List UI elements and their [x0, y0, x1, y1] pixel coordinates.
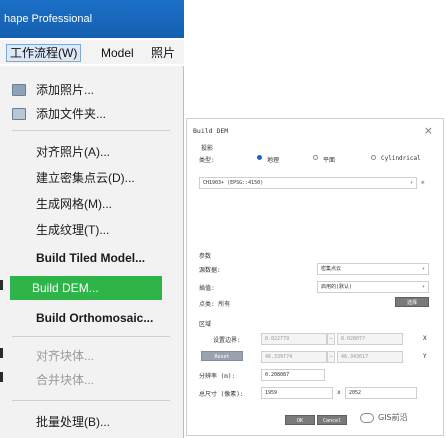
crs-picker-icon[interactable]: ✱	[421, 179, 425, 186]
close-icon[interactable]: ×	[424, 124, 433, 137]
app-title-bar: hape Professional	[0, 0, 184, 38]
dialog-title: Build DEM	[193, 127, 229, 135]
menu-item-label: Build Tiled Model...	[36, 251, 146, 265]
menu-item-build-dense-cloud[interactable]: 建立密集点云(D)...	[0, 166, 184, 190]
menu-item-build-tiled-model[interactable]: Build Tiled Model...	[0, 246, 184, 270]
menu-item-label: Build Orthomosaic...	[36, 311, 154, 325]
setup-boundaries-label: 设置边界:	[213, 337, 241, 344]
menu-item-label: 对齐块体...	[36, 349, 95, 363]
height-value: 2052	[349, 390, 362, 396]
resolution-value: 0.208087	[265, 372, 290, 378]
menu-item-add-photos[interactable]: 添加照片...	[0, 78, 184, 102]
reset-button[interactable]: Reset	[201, 351, 243, 361]
interpolation-label: 插值:	[199, 285, 215, 292]
x-axis-label: X	[423, 335, 427, 342]
watermark: GIS前沿	[360, 408, 408, 428]
menu-separator	[12, 400, 170, 401]
total-size-label: 总尺寸 (像素):	[199, 391, 244, 398]
width-field[interactable]: 1959	[261, 387, 333, 399]
build-dem-dialog: Build DEM × 投影 类型: 地理 平面 Cylindrical CH1…	[186, 118, 444, 436]
resolution-label: 分辨率 (m):	[199, 373, 236, 380]
radio-geographic[interactable]	[257, 155, 262, 160]
radio-planar-label: 平面	[323, 157, 336, 164]
y-min-field[interactable]: 46.339774	[261, 351, 327, 363]
menu-item-add-folder[interactable]: 添加文件夹...	[0, 102, 184, 126]
menu-item-build-mesh[interactable]: 生成网格(M)...	[0, 192, 184, 216]
select-classes-button[interactable]: 选择	[395, 297, 429, 307]
add-folder-icon	[12, 108, 26, 120]
radio-cylindrical-label: Cylindrical	[381, 155, 421, 162]
app-title: hape Professional	[4, 13, 93, 25]
params-section-label: 参数	[199, 253, 212, 260]
chevron-down-icon: ▾	[421, 284, 425, 290]
menu-item-label: 对齐照片(A)...	[36, 145, 110, 159]
radio-planar[interactable]	[313, 155, 318, 160]
ok-button[interactable]: OK	[285, 415, 315, 425]
y-min-value: 46.339774	[265, 354, 293, 360]
menu-workflow[interactable]: 工作流程(W)	[6, 44, 82, 62]
menu-item-label: 生成纹理(T)...	[36, 223, 110, 237]
menu-item-label: 批量处理(B)...	[36, 415, 110, 429]
menu-item-label: Build DEM...	[32, 281, 99, 295]
workflow-dropdown-menu: 添加照片... 添加文件夹... 对齐照片(A)... 建立密集点云(D)...…	[0, 66, 184, 438]
x-min-spin[interactable]: −	[327, 333, 335, 345]
menu-item-label: 添加照片...	[36, 83, 95, 97]
add-photos-icon	[12, 84, 26, 96]
menubar: 工作流程(W) Model 照片	[0, 40, 184, 64]
width-value: 1959	[265, 390, 278, 396]
menu-item-batch-process[interactable]: 批量处理(B)...	[0, 410, 184, 434]
menu-item-align-photos[interactable]: 对齐照片(A)...	[0, 140, 184, 164]
region-section-label: 区域	[199, 321, 212, 328]
y-axis-label: Y	[423, 353, 427, 360]
chevron-down-icon: ▾	[421, 266, 425, 272]
watermark-text: GIS前沿	[378, 413, 408, 422]
resolution-field[interactable]: 0.208087	[261, 369, 325, 381]
times-sign: x	[337, 389, 341, 396]
source-data-select[interactable]: 密集点云 ▾	[317, 263, 429, 275]
y-max-field[interactable]: 46.343617	[337, 351, 403, 363]
x-max-value: 8.028077	[341, 336, 366, 342]
y-min-spin[interactable]: −	[327, 351, 335, 363]
menu-item-label: 建立密集点云(D)...	[36, 171, 135, 185]
wechat-icon	[360, 412, 374, 423]
menu-item-label: 生成网格(M)...	[36, 197, 112, 211]
menu-separator	[12, 336, 170, 337]
projection-section-label: 投影	[201, 145, 214, 152]
menu-separator	[12, 130, 170, 131]
height-field[interactable]: 2052	[345, 387, 417, 399]
crs-value: CH1903+ (EPSG::4150)	[203, 180, 264, 186]
menu-item-merge-chunks[interactable]: 合并块体...	[0, 368, 184, 392]
x-min-value: 8.022779	[265, 336, 290, 342]
source-data-value: 密集点云	[321, 266, 342, 272]
menu-item-build-dem[interactable]: Build DEM...	[10, 276, 162, 300]
interpolation-value: 启用的(默认)	[321, 284, 353, 290]
interpolation-select[interactable]: 启用的(默认) ▾	[317, 281, 429, 293]
menu-photos[interactable]: 照片	[148, 44, 178, 62]
x-max-field[interactable]: 8.028077	[337, 333, 403, 345]
cancel-button[interactable]: Cancel	[317, 415, 347, 425]
menu-item-build-texture[interactable]: 生成纹理(T)...	[0, 218, 184, 242]
menu-item-label: 添加文件夹...	[36, 107, 107, 121]
projection-type-label: 类型:	[199, 157, 215, 164]
menu-item-label: 合并块体...	[36, 373, 95, 387]
menu-model[interactable]: Model	[98, 44, 137, 62]
crs-select[interactable]: CH1903+ (EPSG::4150) ▾	[199, 177, 417, 189]
y-max-value: 46.343617	[341, 354, 369, 360]
edge-marker	[0, 280, 3, 290]
x-min-field[interactable]: 8.022779	[261, 333, 327, 345]
radio-geographic-label: 地理	[267, 157, 280, 164]
point-classes-label: 点类: 所有	[199, 301, 231, 308]
menu-item-align-chunks[interactable]: 对齐块体...	[0, 344, 184, 368]
source-data-label: 源数据:	[199, 267, 221, 274]
chevron-down-icon: ▾	[409, 180, 413, 186]
radio-cylindrical[interactable]	[371, 155, 376, 160]
menu-item-build-orthomosaic[interactable]: Build Orthomosaic...	[0, 306, 184, 330]
